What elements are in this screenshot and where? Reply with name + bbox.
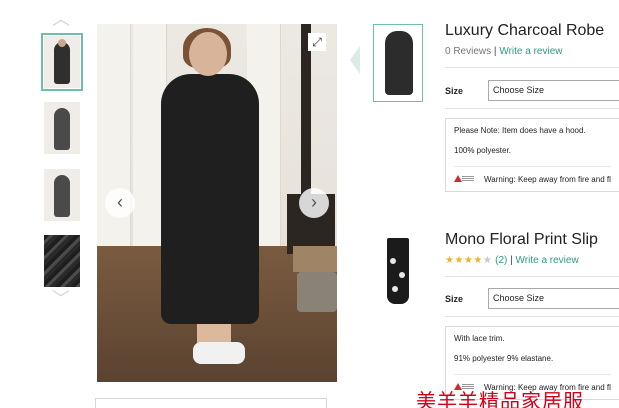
divider <box>445 316 619 317</box>
selected-pointer <box>350 46 360 74</box>
product-thumb-robe[interactable] <box>373 24 423 102</box>
product-thumb-slip[interactable] <box>373 232 423 310</box>
alt-image-strip[interactable] <box>95 398 327 408</box>
main-product-image[interactable]: ⤢ ‹ › <box>97 24 337 382</box>
chevron-down-icon[interactable]: ﹀ <box>52 290 70 308</box>
description-note: With lace trim. <box>454 334 505 343</box>
watermark: 美羊羊精品家居服 <box>416 389 584 408</box>
product-description: Please Note: Item does have a hood. 100%… <box>445 118 619 192</box>
composition-text: 91% polyester 9% elastane. <box>454 354 554 363</box>
reviews-line: 0 Reviews | Write a review <box>445 46 562 57</box>
divider <box>445 276 619 277</box>
warning-row: Warning: Keep away from fire and fl <box>454 166 611 184</box>
chevron-left-icon[interactable]: ‹ <box>105 188 135 218</box>
thumbnail-model[interactable] <box>41 33 83 91</box>
thumbnail-rail: ︿ ﹀ <box>38 10 84 314</box>
size-select[interactable]: Choose Size <box>488 288 619 309</box>
reviews-line: ★★★★★ (2) | Write a review <box>445 255 579 266</box>
expand-icon[interactable]: ⤢ <box>308 33 326 51</box>
stars-empty: ★ <box>482 255 493 266</box>
chevron-up-icon[interactable]: ︿ <box>52 10 70 28</box>
stars-filled: ★★★★ <box>445 255 483 266</box>
write-review-link[interactable]: Write a review <box>499 46 562 57</box>
reviews-count[interactable]: (2) <box>495 255 507 266</box>
size-select[interactable]: Choose Size <box>488 80 619 101</box>
warning-text: Warning: Keep away from fire and fl <box>484 174 611 184</box>
composition-text: 100% polyester. <box>454 146 511 155</box>
thumbnail-robe-front[interactable] <box>44 102 80 154</box>
chevron-right-icon[interactable]: › <box>299 188 329 218</box>
product-title: Mono Floral Print Slip <box>445 231 598 248</box>
write-review-link[interactable]: Write a review <box>516 255 579 266</box>
product-title: Luxury Charcoal Robe <box>445 22 605 39</box>
fire-warning-icon <box>454 174 474 184</box>
divider <box>445 108 619 109</box>
reviews-count: 0 Reviews <box>445 46 492 57</box>
size-label: Size <box>445 86 464 96</box>
separator: | <box>493 46 497 57</box>
divider <box>445 67 619 68</box>
thumbnail-fabric-closeup[interactable] <box>44 235 80 287</box>
thumbnail-robe-back[interactable] <box>44 169 80 221</box>
description-note: Please Note: Item does have a hood. <box>454 126 586 135</box>
size-label: Size <box>445 294 464 304</box>
separator: | <box>510 255 513 266</box>
star-rating: ★★★★★ <box>445 255 492 266</box>
